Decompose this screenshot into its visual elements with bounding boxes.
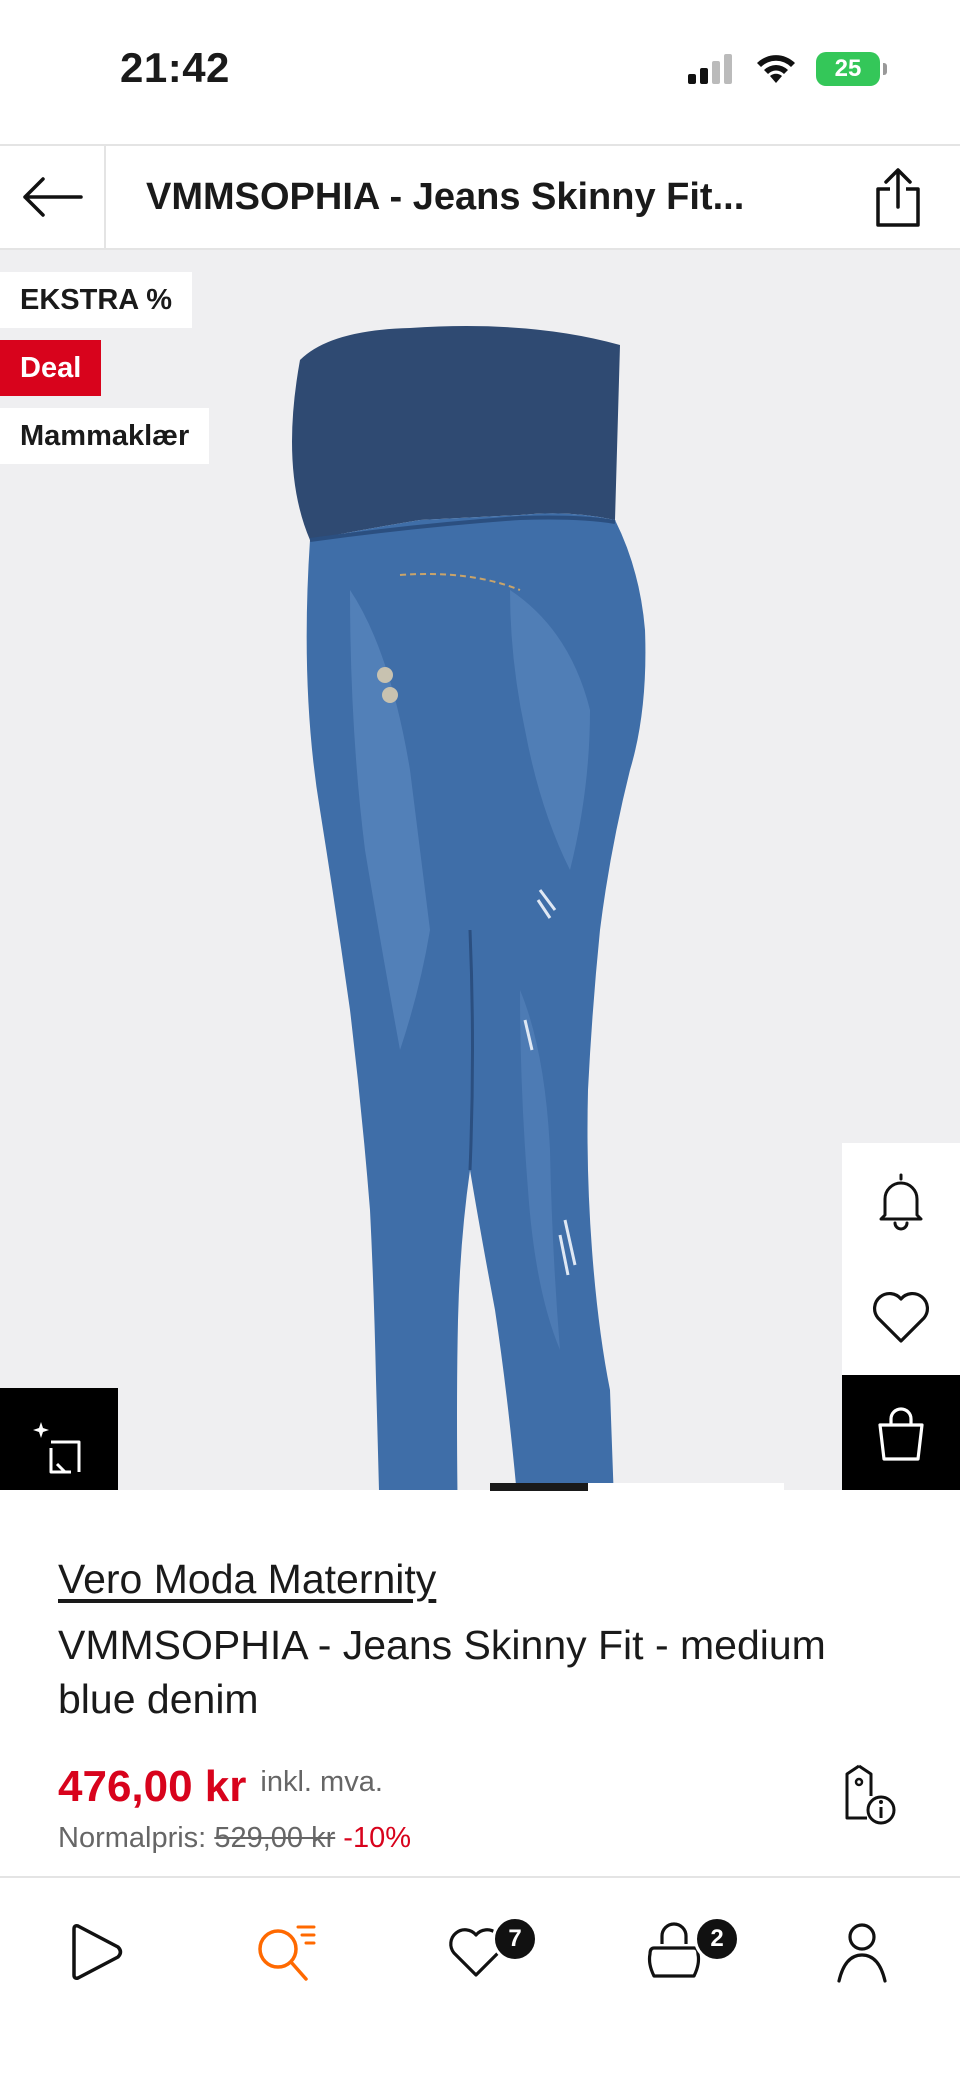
nav-wishlist[interactable]: 7: [426, 1912, 538, 1992]
bag-count-badge: 2: [694, 1916, 740, 1962]
gallery-progress-indicator: [490, 1483, 784, 1491]
arrow-left-icon: [23, 177, 83, 217]
price-info-button[interactable]: [834, 1758, 904, 1830]
nav-account[interactable]: [812, 1912, 912, 1992]
nav-bag[interactable]: 2: [624, 1912, 740, 1992]
bottom-navigation: 7 2: [0, 1876, 960, 2081]
wishlist-count-badge: 7: [492, 1916, 538, 1962]
person-icon: [837, 1923, 887, 1983]
status-time: 21:42: [120, 44, 230, 91]
top-app-bar: VMMSOPHIA - Jeans Skinny Fit...: [0, 144, 960, 250]
heart-icon: [873, 1292, 929, 1343]
price-tag-info-icon: [845, 1764, 896, 1825]
nav-search[interactable]: [236, 1912, 336, 1992]
status-icons: 25: [688, 52, 887, 86]
badge-deal: Deal: [0, 340, 102, 396]
product-image: [292, 326, 646, 1490]
gallery-progress-fill: [490, 1483, 588, 1491]
share-button[interactable]: [866, 164, 930, 232]
vat-note: inkl. mva.: [260, 1766, 383, 1798]
battery-level: 25: [834, 55, 862, 82]
cellular-signal-icon: [688, 54, 732, 84]
back-button[interactable]: [0, 146, 106, 248]
sparkle-crop-icon: [33, 1422, 81, 1474]
wishlist-button[interactable]: [842, 1259, 960, 1375]
notify-button[interactable]: [842, 1143, 960, 1259]
current-price: 476,00 kr: [58, 1762, 247, 1811]
price-row: 476,00 kr inkl. mva.: [58, 1762, 383, 1812]
product-name: VMMSOPHIA - Jeans Skinny Fit - medium bl…: [58, 1622, 826, 1722]
status-bar: 21:42 25: [0, 0, 960, 144]
nav-home[interactable]: [46, 1912, 146, 1992]
product-image-gallery[interactable]: EKSTRA % Deal Mammaklær: [0, 250, 960, 1490]
image-side-actions: [842, 1143, 960, 1490]
normal-price: 529,00 kr: [214, 1822, 336, 1854]
add-to-bag-button[interactable]: [842, 1375, 960, 1490]
share-icon: [876, 168, 920, 227]
page-title: VMMSOPHIA - Jeans Skinny Fit...: [146, 176, 745, 218]
search-list-icon: [258, 1925, 316, 1981]
battery-indicator: 25: [816, 52, 887, 86]
normal-price-label: Normalpris:: [58, 1822, 207, 1854]
product-badges: EKSTRA % Deal Mammaklær: [0, 272, 210, 464]
normal-price-row: Normalpris: 529,00 kr -10%: [58, 1822, 411, 1855]
bell-icon: [879, 1173, 923, 1231]
find-similar-button[interactable]: [0, 1388, 118, 1490]
brand-link[interactable]: Vero Moda Maternity: [58, 1556, 436, 1603]
wifi-icon: [757, 55, 795, 83]
shopping-bag-icon: [878, 1407, 924, 1461]
discount-percent: -10%: [343, 1822, 411, 1854]
badge-maternity: Mammaklær: [0, 408, 210, 464]
badge-extra: EKSTRA %: [0, 272, 192, 328]
play-logo-icon: [72, 1924, 123, 1980]
